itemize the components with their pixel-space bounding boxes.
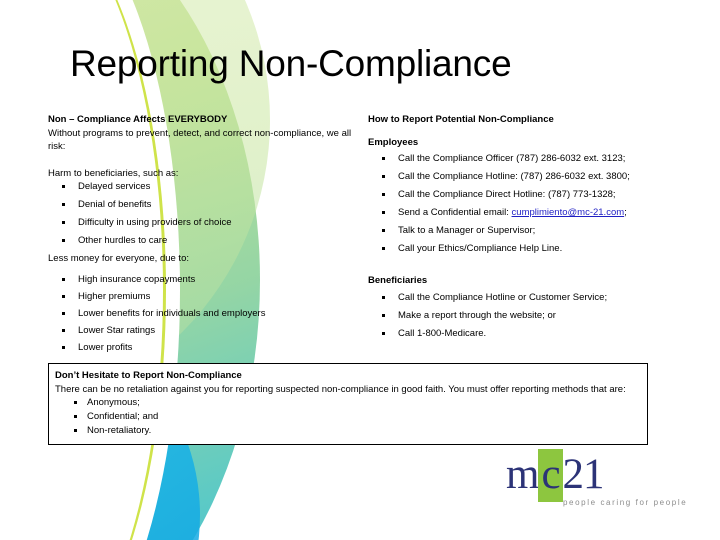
callout-box: Don’t Hesitate to Report Non-Compliance … [48,363,648,445]
list-item: Lower Star ratings [48,324,360,337]
list-item: Lower benefits for individuals and emplo… [48,307,360,320]
right-content-column: How to Report Potential Non-Compliance E… [368,113,668,260]
beneficiaries-label: Beneficiaries [368,275,428,286]
left-spacer [48,154,360,167]
beneficiaries-list: Call the Compliance Hotline or Customer … [368,291,668,340]
money-lead-text: Less money for everyone, due to: [48,253,189,264]
employees-label: Employees [368,136,419,148]
list-item: Call the Compliance Hotline: (787) 286-6… [368,170,668,183]
list-item: Difficulty in using providers of choice [48,216,360,229]
list-item: High insurance copayments [48,273,360,286]
list-item: Confidential; and [55,410,639,423]
list-item: Make a report through the website; or [368,309,668,322]
left-heading: Non – Compliance Affects EVERYBODY [48,114,228,125]
callout-body-text: There can be no retaliation against you … [55,384,626,395]
callout-heading: Don’t Hesitate to Report Non-Compliance [55,370,242,381]
list-item: Delayed services [48,180,360,193]
callout-list: Anonymous; Confidential; and Non-retalia… [55,396,639,437]
slide-canvas: Reporting Non-Compliance Non – Complianc… [0,0,720,540]
employees-list: Call the Compliance Officer (787) 286-60… [368,152,668,255]
logo-tagline: people caring for people [563,498,688,507]
list-item-email: Send a Confidential email: cumplimiento@… [368,206,668,219]
list-item: Lower profits [48,341,360,354]
left-content-column: Non – Compliance Affects EVERYBODY Witho… [48,113,360,358]
list-item: Call the Compliance Hotline or Customer … [368,291,668,304]
list-item: Call the Compliance Direct Hotline: (787… [368,188,668,201]
right-heading: How to Report Potential Non-Compliance [368,114,554,125]
list-item: Anonymous; [55,396,639,409]
list-item: Higher premiums [48,290,360,303]
harm-list: Delayed services Denial of benefits Diff… [48,180,360,247]
list-item: Denial of benefits [48,198,360,211]
logo-letter-m: m [506,451,539,498]
confidential-email-link[interactable]: cumplimiento@mc-21.com [512,207,625,218]
list-item: Non-retaliatory. [55,424,639,437]
list-item: Talk to a Manager or Supervisor; [368,224,668,237]
page-title: Reporting Non-Compliance [70,43,512,84]
money-list: High insurance copayments Higher premium… [48,273,360,354]
company-logo: mc21 people caring for people [500,449,700,522]
harm-lead-text: Harm to beneficiaries, such as: [48,167,179,179]
email-suffix-text: ; [624,207,627,218]
logo-wordmark: mc21 [500,449,605,502]
left-intro-text: Without programs to prevent, detect, and… [48,127,352,153]
logo-digits-21: 21 [562,451,605,498]
list-item: Call 1-800-Medicare. [368,327,668,340]
logo-letter-c-highlight: c [538,449,563,502]
beneficiaries-block: Beneficiaries Call the Compliance Hotlin… [368,274,668,345]
email-prefix-text: Send a Confidential email: [398,207,509,218]
list-item: Call the Compliance Officer (787) 286-60… [368,152,668,165]
list-item: Call your Ethics/Compliance Help Line. [368,242,668,255]
list-item: Other hurdles to care [48,234,360,247]
